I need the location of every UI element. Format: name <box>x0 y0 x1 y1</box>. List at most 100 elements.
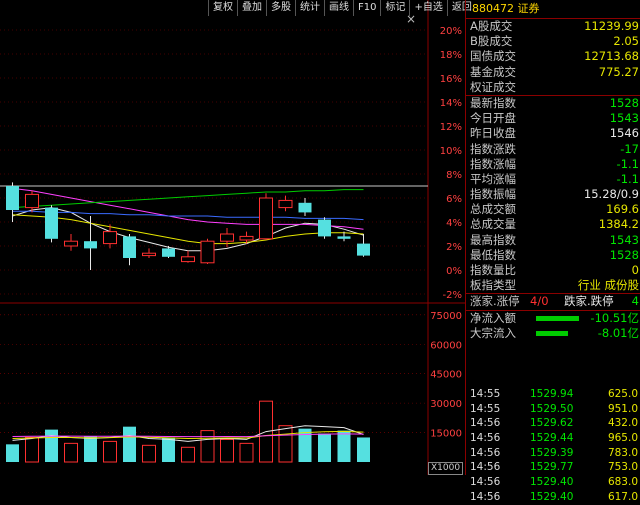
volume-tick-label: 30000 <box>430 399 462 410</box>
overlay-button[interactable]: 叠加 <box>237 0 266 16</box>
tick-volume: 965.0 <box>607 432 638 445</box>
flow-label: 大宗流入 <box>470 325 516 340</box>
volume-bar <box>123 426 136 462</box>
row-label: 板指类型 <box>470 278 516 293</box>
stat-row: 基金成交 775.27 <box>466 65 640 80</box>
panel-title: 880472 证券 <box>466 0 640 19</box>
flow-value: -10.51亿 <box>590 310 639 325</box>
price-tick-label: 12% <box>440 122 462 133</box>
index-name: 证券 <box>517 2 540 15</box>
quote-row: 指数涨幅 -1.1 <box>466 157 640 172</box>
tick-price: 1529.62 <box>530 417 574 430</box>
candle-body <box>220 233 234 242</box>
statistics-button[interactable]: 统计 <box>295 0 324 16</box>
quote-row: 最新指数 1528 <box>466 96 640 111</box>
flow-row: 大宗流入 -8.01亿 <box>466 326 640 341</box>
chart-toolbar: 复权 叠加 多股 统计 画线 F10 标记 +自选 返回 <box>208 0 476 16</box>
tick-price: 1529.39 <box>530 446 574 459</box>
price-tick-label: 4% <box>446 218 462 229</box>
tick-volume: 625.0 <box>607 388 638 400</box>
fuquan-button[interactable]: 复权 <box>208 0 237 16</box>
row-value: 169.6 <box>606 202 639 217</box>
tick-volume: 432.0 <box>607 417 638 430</box>
row-value: 1543 <box>609 232 639 247</box>
row-value: 2.05 <box>613 34 639 49</box>
tick-time: 14:55 <box>470 388 501 400</box>
volume-bar <box>162 437 175 462</box>
tick-price: 1529.50 <box>530 402 574 415</box>
row-label: 今日开盘 <box>470 111 516 126</box>
price-tick-label: 2% <box>446 242 462 253</box>
quote-row: 指数涨跌 -17 <box>466 142 640 157</box>
multi-stock-button[interactable]: 多股 <box>266 0 295 16</box>
tick-time: 14:56 <box>470 446 501 459</box>
tick-row: 14:56 1529.39 783.0 <box>466 446 640 461</box>
row-label: 国债成交 <box>470 49 516 64</box>
price-tick-label: 10% <box>440 146 462 157</box>
volume-bar <box>318 433 331 462</box>
tick-price: 1529.94 <box>530 388 574 400</box>
price-tick-label: 14% <box>440 98 462 109</box>
f10-button[interactable]: F10 <box>353 0 380 16</box>
row-value: -1.1 <box>616 156 639 171</box>
down-value: 4 <box>631 294 639 309</box>
quote-row: 最低指数 1528 <box>466 248 640 263</box>
candle-body <box>200 240 215 264</box>
row-label: A股成交 <box>470 19 513 33</box>
volume-bar <box>357 437 370 462</box>
row-label: 权证成交 <box>470 79 516 94</box>
volume-bar <box>84 436 97 462</box>
price-tick-label: 16% <box>440 74 462 85</box>
tick-row: 14:56 1529.62 432.0 <box>466 416 640 431</box>
stat-row: 权证成交 <box>466 80 640 95</box>
candle-body <box>84 241 97 249</box>
row-label: 指数涨幅 <box>470 156 516 171</box>
quote-row: 总成交额 169.6 <box>466 202 640 217</box>
close-icon[interactable]: × <box>406 12 416 26</box>
draw-line-button[interactable]: 画线 <box>324 0 353 16</box>
price-tick-label: 0% <box>446 266 462 277</box>
tick-volume: 951.0 <box>607 402 638 415</box>
volume-bar <box>142 444 156 463</box>
tick-price: 1529.44 <box>530 432 574 445</box>
quote-row: 今日开盘 1543 <box>466 111 640 126</box>
row-value: 0 <box>631 263 639 277</box>
row-label: 基金成交 <box>470 64 516 79</box>
stat-row: 国债成交 12713.68 <box>466 49 640 64</box>
volume-tick-label: 15000 <box>430 429 462 440</box>
tick-volume: 783.0 <box>607 446 638 459</box>
row-value: 1543 <box>609 111 639 126</box>
candle-body <box>64 240 78 247</box>
row-value: 12713.68 <box>584 49 639 64</box>
index-code: 880472 <box>472 2 514 15</box>
price-panel: 20% 18% 16% 14% 12% 10% 8% 6% 4% 2% 0% -2% <box>0 0 465 475</box>
volume-tick-label: 75000 <box>430 311 462 322</box>
tick-time: 14:56 <box>470 476 501 489</box>
tick-time: 14:56 <box>470 490 501 503</box>
row-label: 总成交额 <box>470 202 516 217</box>
volume-scale-label: X1000 <box>428 462 464 475</box>
volume-bar <box>239 442 254 463</box>
quote-row: 平均涨幅 -1.1 <box>466 172 640 187</box>
volume-bar <box>278 425 293 463</box>
candle-body <box>239 235 254 241</box>
quote-row: 指数振幅 15.28/0.9 <box>466 187 640 202</box>
volume-bar <box>298 428 312 462</box>
row-value: 行业 成份股 <box>577 278 639 293</box>
candle-body <box>142 252 156 257</box>
row-label: 平均涨幅 <box>470 171 516 186</box>
quote-row: 总成交量 1384.2 <box>466 217 640 232</box>
row-value: 15.28/0.9 <box>583 187 639 202</box>
capital-flow: 净流入额 -10.51亿 大宗流入 -8.01亿 <box>466 309 640 341</box>
volume-tick-label: 60000 <box>430 340 462 351</box>
candle-body <box>357 243 370 256</box>
turnover-stats: A股成交 11239.99 B股成交 2.05 国债成交 12713.68 基金成交 775.… <box>466 19 640 95</box>
row-value: 1528 <box>609 247 639 262</box>
row-label: 最高指数 <box>470 232 516 247</box>
candle-body <box>298 202 312 213</box>
tick-time: 14:56 <box>470 432 501 445</box>
price-tick-label: 8% <box>446 170 462 181</box>
down-label: 跌家.跌停 <box>564 294 614 309</box>
tick-row: 14:55 1529.50 951.0 <box>466 402 640 417</box>
kline-chart[interactable]: 20% 18% 16% 14% 12% 10% 8% 6% 4% 2% 0% -2% 75000 600… <box>0 0 465 475</box>
